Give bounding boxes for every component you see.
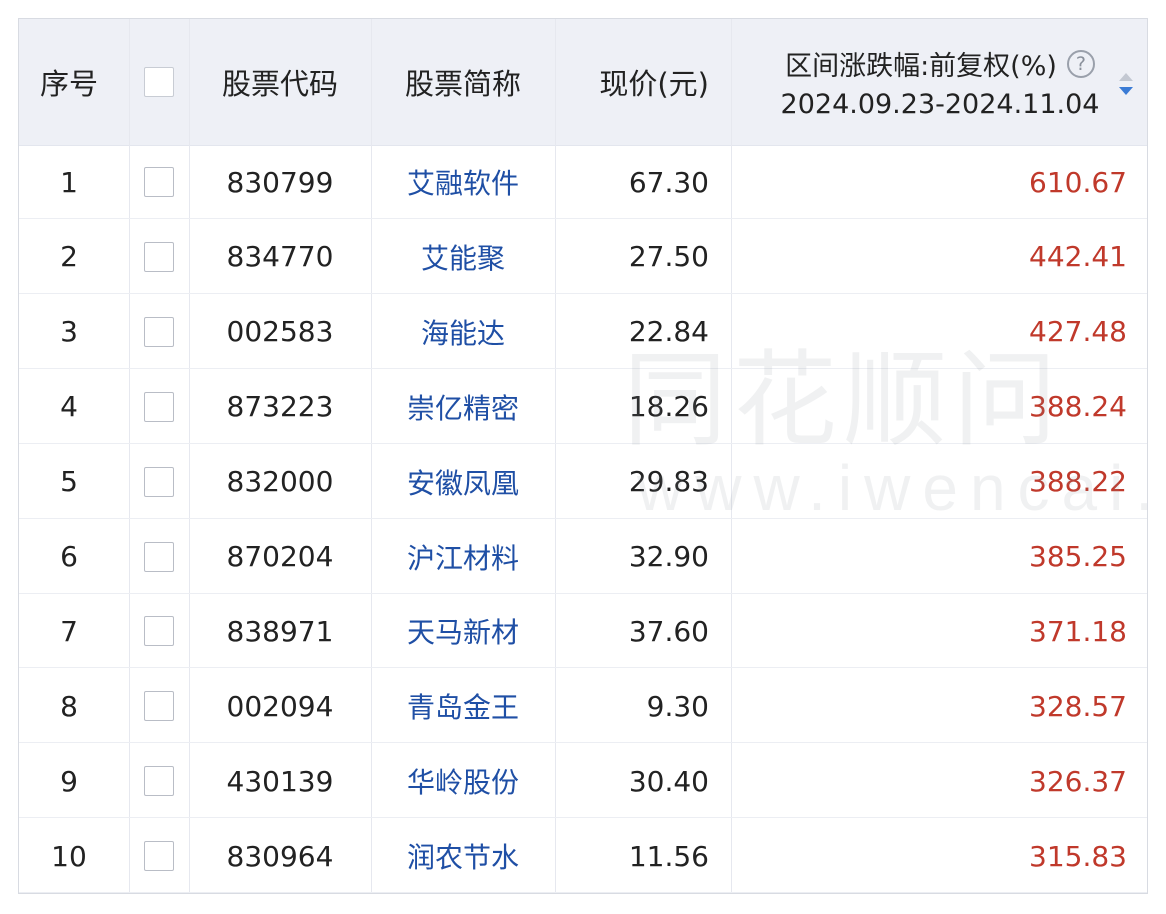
- stock-code: 430139: [226, 764, 334, 798]
- stock-code: 830964: [226, 839, 334, 873]
- row-number: 5: [60, 465, 78, 499]
- interval-change: 326.37: [1029, 764, 1127, 798]
- header-num: 序号: [39, 67, 98, 101]
- stock-code: 002583: [226, 315, 334, 349]
- stock-name-link[interactable]: 天马新材: [371, 594, 555, 668]
- table-row[interactable]: 10 830964 润农节水 11.56 315.83: [19, 819, 1147, 893]
- header-price: 现价(元): [599, 67, 709, 101]
- stock-name-link[interactable]: 华岭股份: [371, 744, 555, 818]
- row-select-cell: [129, 370, 189, 444]
- stock-name-link[interactable]: 海能达: [371, 295, 555, 369]
- interval-change: 427.48: [1029, 315, 1127, 349]
- interval-change: 388.24: [1029, 390, 1127, 424]
- stock-name-link[interactable]: 沪江材料: [371, 520, 555, 594]
- table-row[interactable]: 1 830799 艾融软件 67.30 610.67: [19, 145, 1147, 219]
- row-select-cell: [129, 220, 189, 294]
- interval-change: 328.57: [1029, 689, 1127, 723]
- table-row[interactable]: 2 834770 艾能聚 27.50 442.41: [19, 220, 1147, 294]
- row-checkbox[interactable]: [144, 541, 174, 572]
- current-price: 22.84: [628, 315, 709, 349]
- stock-code: 834770: [226, 240, 334, 274]
- header-name: 股票简称: [404, 67, 521, 101]
- current-price: 18.26: [628, 390, 709, 424]
- interval-change: 610.67: [1029, 165, 1127, 199]
- row-select-cell: [129, 295, 189, 369]
- stock-table: 序号 股票代码 股票简称 现价(元) 区间涨跌幅:前复权(%) ? 2024.0…: [18, 18, 1148, 894]
- stock-code: 832000: [226, 465, 334, 499]
- table-row[interactable]: 8 002094 青岛金王 9.30 328.57: [19, 669, 1147, 744]
- row-select-cell: [129, 594, 189, 668]
- sort-icon[interactable]: [1117, 71, 1135, 97]
- row-select-cell: [129, 819, 189, 893]
- stock-name-link[interactable]: 艾融软件: [371, 145, 555, 219]
- row-select-cell: [129, 445, 189, 519]
- table-row[interactable]: 6 870204 沪江材料 32.90 385.25: [19, 520, 1147, 594]
- current-price: 27.50: [628, 240, 709, 274]
- stock-code: 838971: [226, 614, 334, 648]
- row-number: 6: [60, 540, 78, 573]
- current-price: 9.30: [646, 689, 709, 723]
- header-change-title: 区间涨跌幅:前复权(%): [785, 51, 1057, 82]
- table-row[interactable]: 5 832000 安徽凤凰 29.83 388.22: [19, 445, 1147, 519]
- header-change-range: 2024.09.23-2024.11.04: [780, 89, 1100, 120]
- stock-name-link[interactable]: 安徽凤凰: [371, 445, 555, 519]
- table-row[interactable]: 9 430139 华岭股份 30.40 326.37: [19, 744, 1147, 819]
- interval-change: 388.22: [1029, 465, 1127, 499]
- interval-change: 315.83: [1029, 839, 1127, 873]
- stock-code: 870204: [226, 540, 334, 573]
- current-price: 29.83: [628, 465, 709, 499]
- row-checkbox[interactable]: [144, 391, 174, 422]
- stock-code: 002094: [226, 689, 334, 723]
- stock-name-link[interactable]: 崇亿精密: [371, 370, 555, 444]
- header-change[interactable]: 区间涨跌幅:前复权(%) ? 2024.09.23-2024.11.04: [731, 19, 1147, 145]
- row-checkbox[interactable]: [144, 841, 174, 872]
- row-checkbox[interactable]: [144, 616, 174, 647]
- table-row[interactable]: 4 873223 崇亿精密 18.26 388.24: [19, 370, 1147, 444]
- stock-code: 873223: [226, 390, 334, 424]
- row-select-cell: [129, 520, 189, 594]
- row-checkbox[interactable]: [144, 691, 174, 722]
- row-select-cell: [129, 744, 189, 818]
- row-checkbox[interactable]: [144, 766, 174, 797]
- row-select-cell: [129, 145, 189, 219]
- row-checkbox[interactable]: [144, 167, 174, 197]
- row-number: 2: [60, 240, 78, 274]
- row-number: 7: [60, 614, 78, 648]
- help-icon[interactable]: ?: [1066, 49, 1095, 78]
- row-number: 10: [51, 839, 87, 873]
- row-checkbox[interactable]: [144, 241, 174, 272]
- current-price: 32.90: [628, 540, 709, 573]
- row-number: 8: [60, 689, 78, 723]
- row-number: 9: [60, 764, 78, 798]
- stock-name-link[interactable]: 润农节水: [371, 819, 555, 893]
- stock-name-link[interactable]: 青岛金王: [371, 669, 555, 743]
- header-code: 股票代码: [221, 67, 338, 101]
- stock-code: 830799: [226, 165, 334, 199]
- current-price: 67.30: [628, 165, 709, 199]
- stock-name-link[interactable]: 艾能聚: [371, 220, 555, 294]
- row-checkbox[interactable]: [144, 316, 174, 347]
- interval-change: 442.41: [1029, 240, 1127, 274]
- row-checkbox[interactable]: [144, 466, 174, 497]
- interval-change: 385.25: [1029, 540, 1127, 573]
- interval-change: 371.18: [1029, 614, 1127, 648]
- row-number: 3: [60, 315, 78, 349]
- row-number: 4: [60, 390, 78, 424]
- current-price: 37.60: [628, 614, 709, 648]
- row-number: 1: [60, 165, 78, 199]
- current-price: 11.56: [628, 839, 709, 873]
- row-select-cell: [129, 669, 189, 743]
- current-price: 30.40: [628, 764, 709, 798]
- table-row[interactable]: 3 002583 海能达 22.84 427.48: [19, 295, 1147, 369]
- table-row[interactable]: 7 838971 天马新材 37.60 371.18: [19, 594, 1147, 669]
